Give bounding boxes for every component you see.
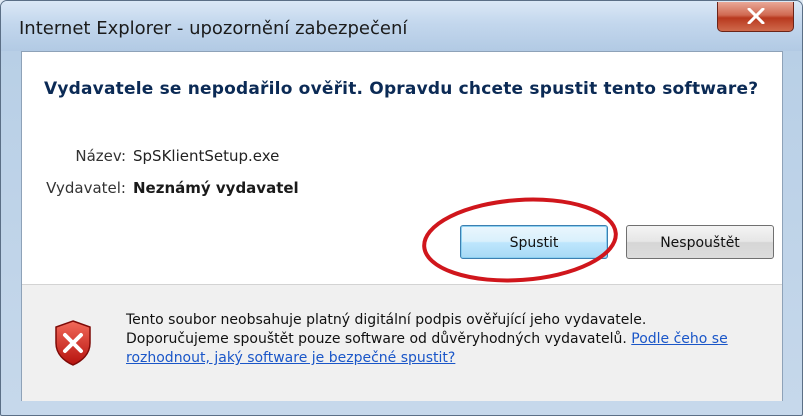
publisher-label: Vydavatel: [46, 179, 126, 197]
warning-text-line2: Doporučujeme spouštět pouze software od … [126, 331, 627, 347]
close-icon [747, 8, 765, 24]
dialog-content: Vydavatele se nepodařilo ověřit. Opravdu… [21, 51, 783, 401]
title-bar[interactable]: Internet Explorer - upozornění zabezpeče… [1, 1, 802, 51]
window-title: Internet Explorer - upozornění zabezpeče… [19, 18, 408, 39]
security-question: Vydavatele se nepodařilo ověřit. Opravdu… [44, 79, 759, 99]
name-value: SpSKlientSetup.exe [133, 147, 280, 165]
name-label: Název: [75, 147, 126, 165]
warning-text-line1: Tento soubor neobsahuje platný digitální… [126, 312, 647, 328]
warning-footer: Tento soubor neobsahuje platný digitální… [22, 284, 782, 401]
close-button[interactable] [717, 2, 794, 32]
warning-text: Tento soubor neobsahuje platný digitální… [126, 311, 766, 368]
dialog-window: Internet Explorer - upozornění zabezpeče… [0, 0, 803, 416]
dont-run-button[interactable]: Nespouštět [626, 225, 774, 259]
shield-x-icon [55, 320, 91, 366]
run-button[interactable]: Spustit [460, 225, 608, 259]
publisher-value: Neznámý vydavatel [133, 179, 299, 197]
